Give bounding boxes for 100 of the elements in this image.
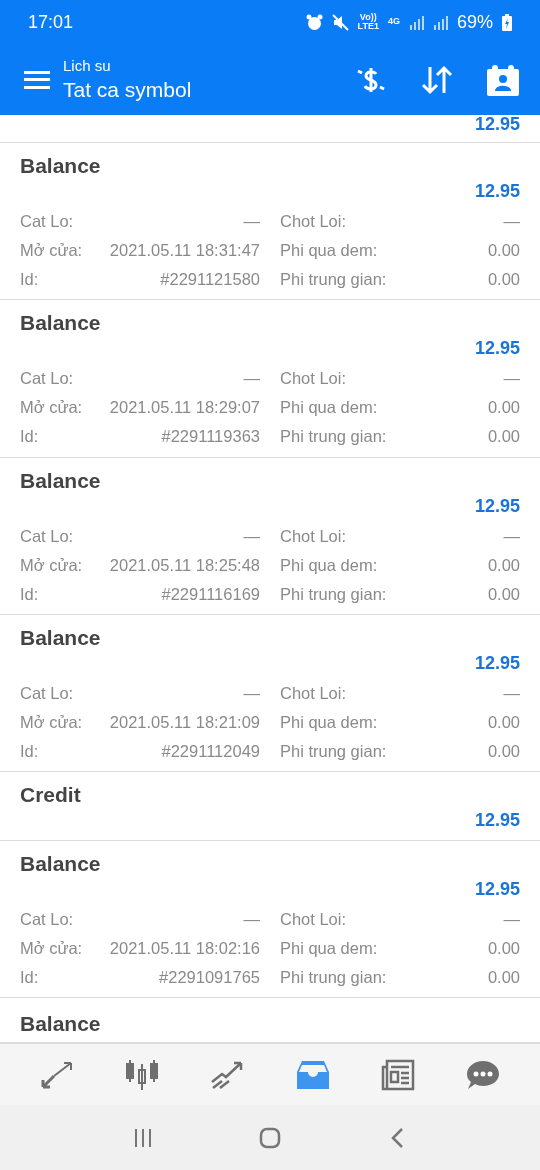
inbox-tray-icon	[295, 1059, 330, 1090]
field-label: Id:	[20, 583, 39, 605]
deal-type: Balance	[20, 1012, 101, 1036]
field-value: #2291091765	[159, 966, 260, 988]
field-label: Phi qua dem:	[280, 937, 378, 959]
field-label: Cat Lo:	[20, 368, 74, 390]
field-value: —	[503, 368, 520, 390]
field-value: #2291119363	[161, 426, 260, 448]
field-value: 0.00	[487, 426, 520, 448]
field-value: —	[243, 908, 260, 930]
field-label: Phi trung gian:	[280, 740, 387, 762]
battery-charging-icon	[502, 13, 512, 31]
field-value: —	[503, 525, 520, 547]
field-value: 0.00	[487, 554, 520, 576]
field-value: —	[503, 211, 520, 232]
field-label: Id:	[20, 966, 39, 988]
field-label: Mở cửa:	[20, 711, 83, 733]
field-label: Chot Loi:	[280, 211, 347, 232]
back-icon	[389, 1126, 404, 1149]
deal-row[interactable]: Credit 12.95	[0, 772, 540, 841]
deal-amount: 12.95	[474, 494, 520, 517]
field-label: Chot Loi:	[280, 368, 347, 390]
field-value: 2021.05.11 18:21:09	[109, 711, 260, 733]
field-value: #2291112049	[161, 740, 260, 762]
header-subtitle: Lich su	[63, 55, 112, 76]
field-value: 0.00	[487, 583, 520, 605]
field-label: Chot Loi:	[280, 908, 347, 930]
alarm-icon	[305, 13, 323, 31]
field-value: 2021.05.11 18:02:16	[109, 937, 260, 959]
field-value: 0.00	[487, 740, 520, 762]
field-value: 0.00	[487, 966, 520, 988]
network-type: 4G	[387, 15, 400, 29]
signal-icon	[408, 14, 424, 30]
field-label: Mở cửa:	[20, 937, 83, 959]
newspaper-icon	[380, 1058, 415, 1091]
field-label: Cat Lo:	[20, 682, 74, 704]
deal-type: Balance	[20, 624, 101, 651]
field-value: 0.00	[487, 937, 520, 959]
field-label: Id:	[20, 269, 39, 290]
field-label: Phi qua dem:	[280, 397, 378, 419]
field-value: 0.00	[487, 269, 520, 290]
field-label: Cat Lo:	[20, 908, 74, 930]
field-label: Chot Loi:	[280, 525, 347, 547]
field-label: Phi qua dem:	[280, 554, 378, 576]
field-label: Mở cửa:	[20, 240, 83, 261]
deal-row[interactable]: Balance 12.95 Cat Lo: — Chot Loi: — Mở cửa: 2021.05.11 18:25:48 Phi qua dem: 0.00 Id: #2291116169 Phi trung gian: 0.00	[0, 457, 540, 615]
field-value: —	[503, 908, 520, 930]
deal-row[interactable]: Balance 12.95 Cat Lo: — Chot Loi: — Mở cửa: 2021.05.11 18:02:16 Phi qua dem: 0.00 Id: #2291091765 Phi trung gian: 0.00	[0, 840, 540, 999]
chat-bubble-icon	[466, 1058, 501, 1091]
deal-type: Balance	[20, 153, 101, 179]
field-value: —	[243, 368, 260, 390]
volte-indicator: Vo)) LTE1	[357, 13, 379, 31]
field-label: Phi trung gian:	[280, 583, 387, 605]
muted-speaker-icon	[331, 13, 349, 31]
trend-lines-icon	[210, 1059, 245, 1090]
field-value: 2021.05.11 18:25:48	[109, 554, 260, 576]
field-label: Phi trung gian:	[280, 269, 387, 290]
field-value: 0.00	[487, 240, 520, 261]
deal-amount: 12.95	[474, 651, 520, 674]
signal-icon	[432, 14, 448, 30]
deal-type: Balance	[20, 467, 101, 494]
battery-percent: 69%	[456, 10, 493, 34]
deal-row[interactable]: Balance 12.95 Cat Lo: — Chot Loi: — Mở cửa: 2021.05.11 18:31:47 Phi qua dem: 0.00 Id: #2291121580 Phi trung gian: 0.00	[0, 143, 540, 301]
calendar-contact-button[interactable]	[486, 62, 520, 97]
menu-button[interactable]	[24, 68, 50, 91]
deal-row[interactable]: Balance 12.95 Cat Lo: — Chot Loi: — Mở cửa: 2021.05.11 18:29:07 Phi qua dem: 0.00 Id: #2291119363 Phi trung gian: 0.00	[0, 300, 540, 458]
diagonal-arrows-icon	[39, 1059, 74, 1090]
deal-amount: 12.95	[474, 877, 520, 900]
deal-amount: 12.95	[474, 337, 520, 360]
field-label: Mở cửa:	[20, 554, 83, 576]
field-label: Phi qua dem:	[280, 240, 378, 261]
field-value: —	[243, 682, 260, 704]
field-label: Phi trung gian:	[280, 966, 387, 988]
field-label: Phi trung gian:	[280, 426, 387, 448]
field-value: 2021.05.11 18:31:47	[109, 240, 260, 261]
candlestick-icon	[125, 1058, 159, 1091]
deal-amount: 12.95	[474, 180, 520, 202]
field-value: 0.00	[487, 711, 520, 733]
field-value: —	[503, 682, 520, 704]
deal-type: Balance	[20, 310, 101, 337]
field-label: Cat Lo:	[20, 525, 74, 547]
deal-row[interactable]: Balance 12.95 Cat Lo: — Chot Loi: — Mở cửa: 2021.05.11 18:21:09 Phi qua dem: 0.00 Id: #2291112049 Phi trung gian: 0.00	[0, 614, 540, 773]
home-icon	[259, 1126, 281, 1149]
field-value: 0.00	[487, 397, 520, 419]
deal-amount: 12.95	[474, 115, 520, 133]
deal-amount: 12.95	[474, 809, 520, 832]
recent-apps-icon	[133, 1127, 154, 1148]
field-label: Chot Loi:	[280, 682, 347, 704]
field-value: #2291116169	[161, 583, 260, 605]
status-time: 17:01	[28, 10, 74, 34]
field-value: #2291121580	[160, 269, 260, 290]
deal-type: Credit	[20, 782, 81, 809]
field-label: Phi qua dem:	[280, 711, 378, 733]
field-label: Id:	[20, 426, 39, 448]
field-value: —	[243, 211, 260, 232]
field-label: Id:	[20, 740, 39, 762]
sort-button[interactable]	[420, 63, 454, 96]
field-value: 2021.05.11 18:29:07	[109, 397, 260, 419]
field-label: Cat Lo:	[20, 211, 74, 232]
field-label: Mở cửa:	[20, 397, 83, 419]
